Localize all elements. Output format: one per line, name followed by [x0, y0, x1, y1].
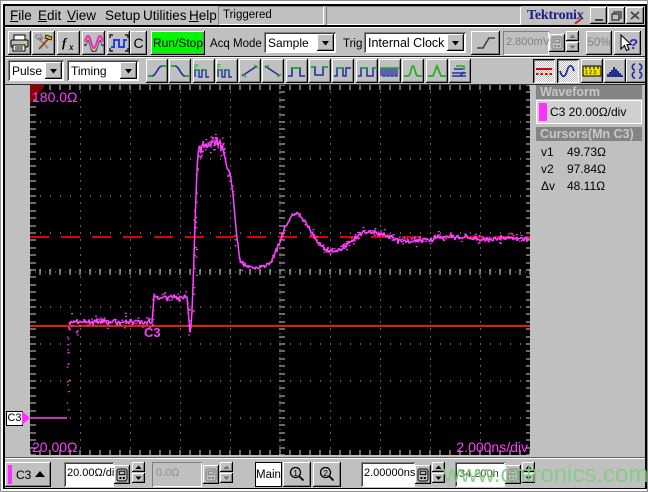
svg-text:1 2 3: 1 2 3: [585, 70, 596, 76]
svg-text:180.0Ω: 180.0Ω: [32, 89, 78, 105]
svg-text:2: 2: [323, 468, 328, 478]
svg-text:2.000ns/div: 2.000ns/div: [456, 439, 528, 455]
svg-text:f: f: [62, 35, 68, 50]
svg-text:C3: C3: [144, 325, 161, 340]
svg-text:1: 1: [293, 468, 298, 478]
svg-text:20.00Ω: 20.00Ω: [32, 439, 78, 455]
svg-text:x: x: [68, 42, 74, 52]
svg-text:?: ?: [629, 36, 638, 53]
